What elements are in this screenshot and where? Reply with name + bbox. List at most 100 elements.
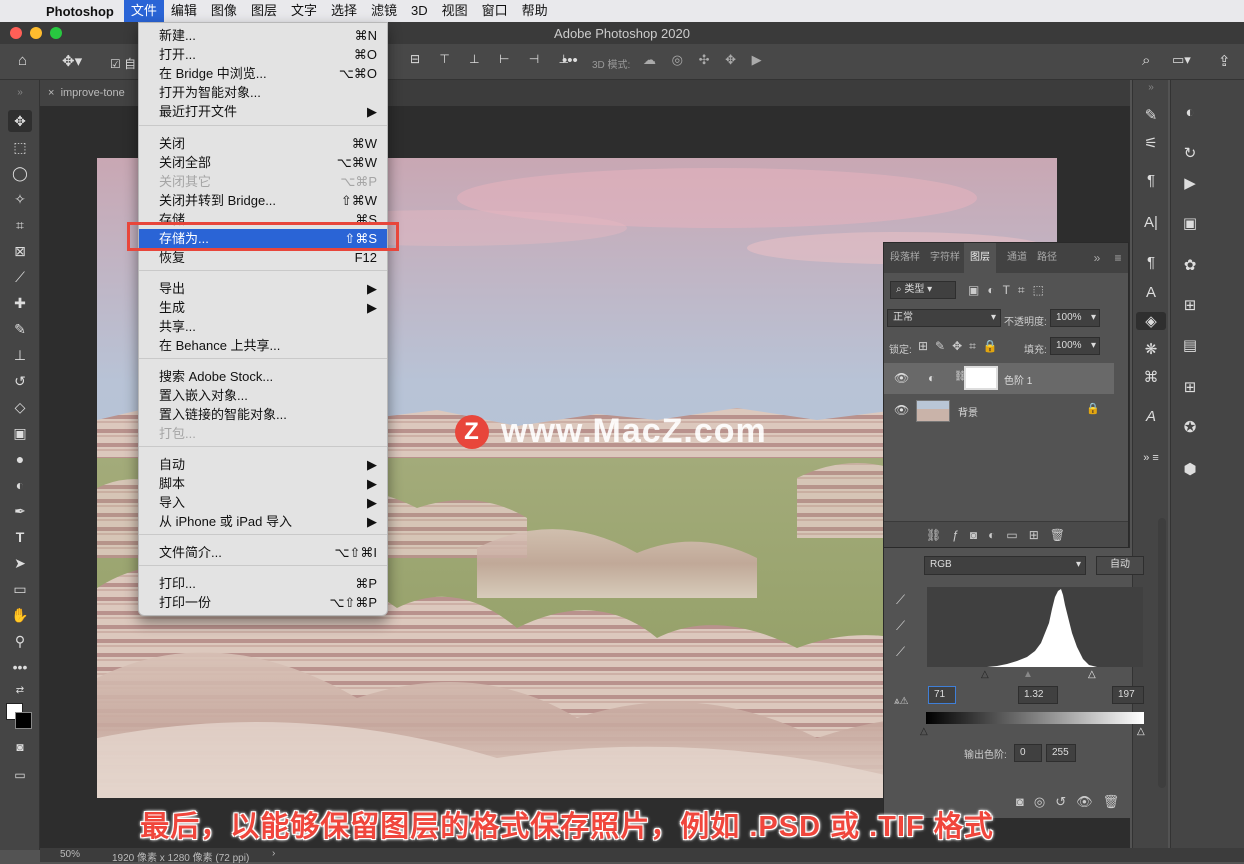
learn-lightbulb-icon[interactable]: ✪	[1175, 418, 1205, 436]
tab-layers[interactable]: 图层	[964, 243, 996, 273]
panel-collapse-icon[interactable]: »	[1088, 243, 1106, 273]
more-options-icon[interactable]: •••	[562, 52, 578, 69]
character-icon[interactable]: A|	[1136, 214, 1166, 231]
gray-point-eyedropper-icon[interactable]: ⟋	[896, 618, 905, 634]
menu-item-file-info[interactable]: 文件简介... ⌥⇧⌘I	[139, 543, 387, 562]
hand-tool-icon[interactable]: ✋	[8, 604, 32, 626]
menu-type[interactable]: 文字	[284, 0, 324, 22]
menu-file[interactable]: 文件	[123, 0, 164, 22]
auto-button[interactable]: 自动	[1096, 556, 1144, 575]
menu-item-place-linked[interactable]: 置入链接的智能对象...	[139, 405, 387, 424]
share-icon[interactable]: ⇪	[1218, 52, 1231, 70]
menu-item-search-adobe-stock[interactable]: 搜索 Adobe Stock...	[139, 367, 387, 386]
input-gamma-slider[interactable]: ▲	[1023, 669, 1033, 680]
menu-item-print-one-copy[interactable]: 打印一份 ⌥⇧⌘P	[139, 593, 387, 612]
layer-name[interactable]: 背景	[958, 404, 978, 419]
patterns-icon[interactable]: ⊞	[1175, 378, 1205, 396]
visibility-eye-icon[interactable]: 👁	[894, 371, 909, 385]
menu-3d[interactable]: 3D	[404, 0, 435, 22]
screen-mode-icon[interactable]: ▭	[8, 764, 32, 786]
channel-select[interactable]: RGB ▾	[924, 556, 1086, 575]
tab-close-icon[interactable]: ×	[48, 87, 54, 99]
fill-field[interactable]: 100% ▾	[1050, 337, 1100, 355]
layer-name[interactable]: 色阶 1	[1004, 372, 1032, 387]
paragraph-styles-icon[interactable]: ¶	[1136, 254, 1166, 271]
output-white-slider[interactable]: △	[1137, 726, 1145, 737]
menu-item-print[interactable]: 打印... ⌘P	[139, 574, 387, 593]
input-black-slider[interactable]: △	[981, 669, 989, 680]
menu-select[interactable]: 选择	[324, 0, 364, 22]
menu-view[interactable]: 视图	[435, 0, 475, 22]
clipping-warning-icon[interactable]: ⩓⚠	[894, 696, 909, 707]
menu-item-import[interactable]: 导入 ▶	[139, 493, 387, 512]
paragraph-icon[interactable]: ¶	[1136, 172, 1166, 189]
black-point-eyedropper-icon[interactable]: ⟋	[896, 592, 905, 608]
input-white-field[interactable]: 197	[1112, 686, 1144, 704]
menu-item-place-embedded[interactable]: 置入嵌入对象...	[139, 386, 387, 405]
layer-row-background[interactable]: 👁 背景 🔒	[884, 395, 1114, 426]
menu-item-open-as-smart-object[interactable]: 打开为智能对象...	[139, 83, 387, 102]
gradients-icon[interactable]: ▤	[1175, 336, 1205, 354]
panel-scrollbar[interactable]	[1158, 518, 1166, 788]
blur-tool-icon[interactable]: ●	[8, 448, 32, 470]
type-tool-icon[interactable]: T	[8, 526, 32, 548]
dodge-tool-icon[interactable]: ◐	[8, 474, 32, 496]
actions-play-icon[interactable]: ▶	[1175, 174, 1205, 192]
workspace-icon[interactable]: ▭▾	[1172, 52, 1191, 68]
rectangle-tool-icon[interactable]: ▭	[8, 578, 32, 600]
menu-item-share[interactable]: 共享...	[139, 317, 387, 336]
crop-tool-icon[interactable]: ⌗	[8, 214, 32, 236]
brush-settings-icon[interactable]: ✎	[1136, 106, 1166, 124]
menu-image[interactable]: 图像	[204, 0, 244, 22]
menu-item-browse-in-bridge[interactable]: 在 Bridge 中浏览... ⌥⌘O	[139, 64, 387, 83]
frame-tool-icon[interactable]: ⊠	[8, 240, 32, 262]
collapse-toolbar-icon[interactable]: »	[8, 82, 32, 104]
auto-select-checkbox[interactable]: ☑ 自	[110, 55, 136, 72]
lock-icons[interactable]: ⊞✎✥⌗🔒	[918, 339, 1005, 354]
layers-panel-icon[interactable]: ◈	[1136, 312, 1166, 330]
output-white-field[interactable]: 255	[1046, 744, 1076, 762]
eyedropper-tool-icon[interactable]: ⟋	[8, 266, 32, 288]
3d-mode-icons[interactable]: ☁ ◎ ✣ ✥ ▶	[643, 52, 768, 68]
move-tool-preset-icon[interactable]: ✥▾	[62, 52, 82, 70]
menu-item-new[interactable]: 新建... ⌘N	[139, 26, 387, 45]
history-icon[interactable]: ↻	[1175, 144, 1205, 162]
gradient-tool-icon[interactable]: ▣	[8, 422, 32, 444]
history-brush-tool-icon[interactable]: ↺	[8, 370, 32, 392]
input-gamma-field[interactable]: 1.32	[1018, 686, 1058, 704]
menu-window[interactable]: 窗口	[475, 0, 515, 22]
visibility-eye-icon[interactable]: 👁	[894, 403, 909, 417]
quick-mask-icon[interactable]: ◙	[8, 736, 32, 758]
menu-item-open[interactable]: 打开... ⌘O	[139, 45, 387, 64]
input-black-field[interactable]: 71	[928, 686, 956, 704]
healing-brush-tool-icon[interactable]: ✚	[8, 292, 32, 314]
marquee-tool-icon[interactable]: ⬚	[8, 136, 32, 158]
adjustments-icon[interactable]: ◐	[1175, 104, 1205, 121]
color-palette-icon[interactable]: ✿	[1175, 256, 1205, 274]
menu-app-name[interactable]: Photoshop	[40, 4, 124, 19]
swap-colors-icon[interactable]: ⇄	[8, 680, 32, 702]
tab-paths[interactable]: 路径	[1032, 243, 1062, 273]
eraser-tool-icon[interactable]: ◇	[8, 396, 32, 418]
layer-filter-icons[interactable]: ▣◐T⌗⬚	[968, 283, 1052, 298]
output-black-slider[interactable]: △	[920, 726, 928, 737]
channels-icon[interactable]: ❋	[1136, 340, 1166, 358]
tab-character-styles[interactable]: 字符样	[926, 243, 964, 273]
expand-panels-icon[interactable]: »	[1136, 82, 1166, 93]
layer-action-icons[interactable]: ⛓ƒ◙◐▭⊞🗑	[926, 528, 1076, 542]
home-icon[interactable]: ⌂	[18, 52, 27, 69]
swatches-icon[interactable]: ⊞	[1175, 296, 1205, 314]
3d-panel-icon[interactable]: ⬢	[1175, 460, 1205, 478]
menu-item-close-and-go-to-bridge[interactable]: 关闭并转到 Bridge... ⇧⌘W	[139, 191, 387, 210]
path-selection-tool-icon[interactable]: ➤	[8, 552, 32, 574]
character-styles-icon[interactable]: A	[1136, 284, 1166, 301]
search-icon[interactable]: ⌕	[1142, 52, 1150, 69]
menu-item-open-recent[interactable]: 最近打开文件 ▶	[139, 102, 387, 121]
paths-icon[interactable]: ⌘	[1136, 368, 1166, 386]
layer-mask-thumbnail[interactable]	[964, 366, 998, 390]
menu-item-automate[interactable]: 自动 ▶	[139, 455, 387, 474]
lasso-tool-icon[interactable]: ◯	[8, 162, 32, 184]
menu-help[interactable]: 帮助	[515, 0, 555, 22]
panel-menu-icon[interactable]: ≡	[1110, 243, 1126, 273]
zoom-level[interactable]: 50%	[60, 849, 80, 860]
